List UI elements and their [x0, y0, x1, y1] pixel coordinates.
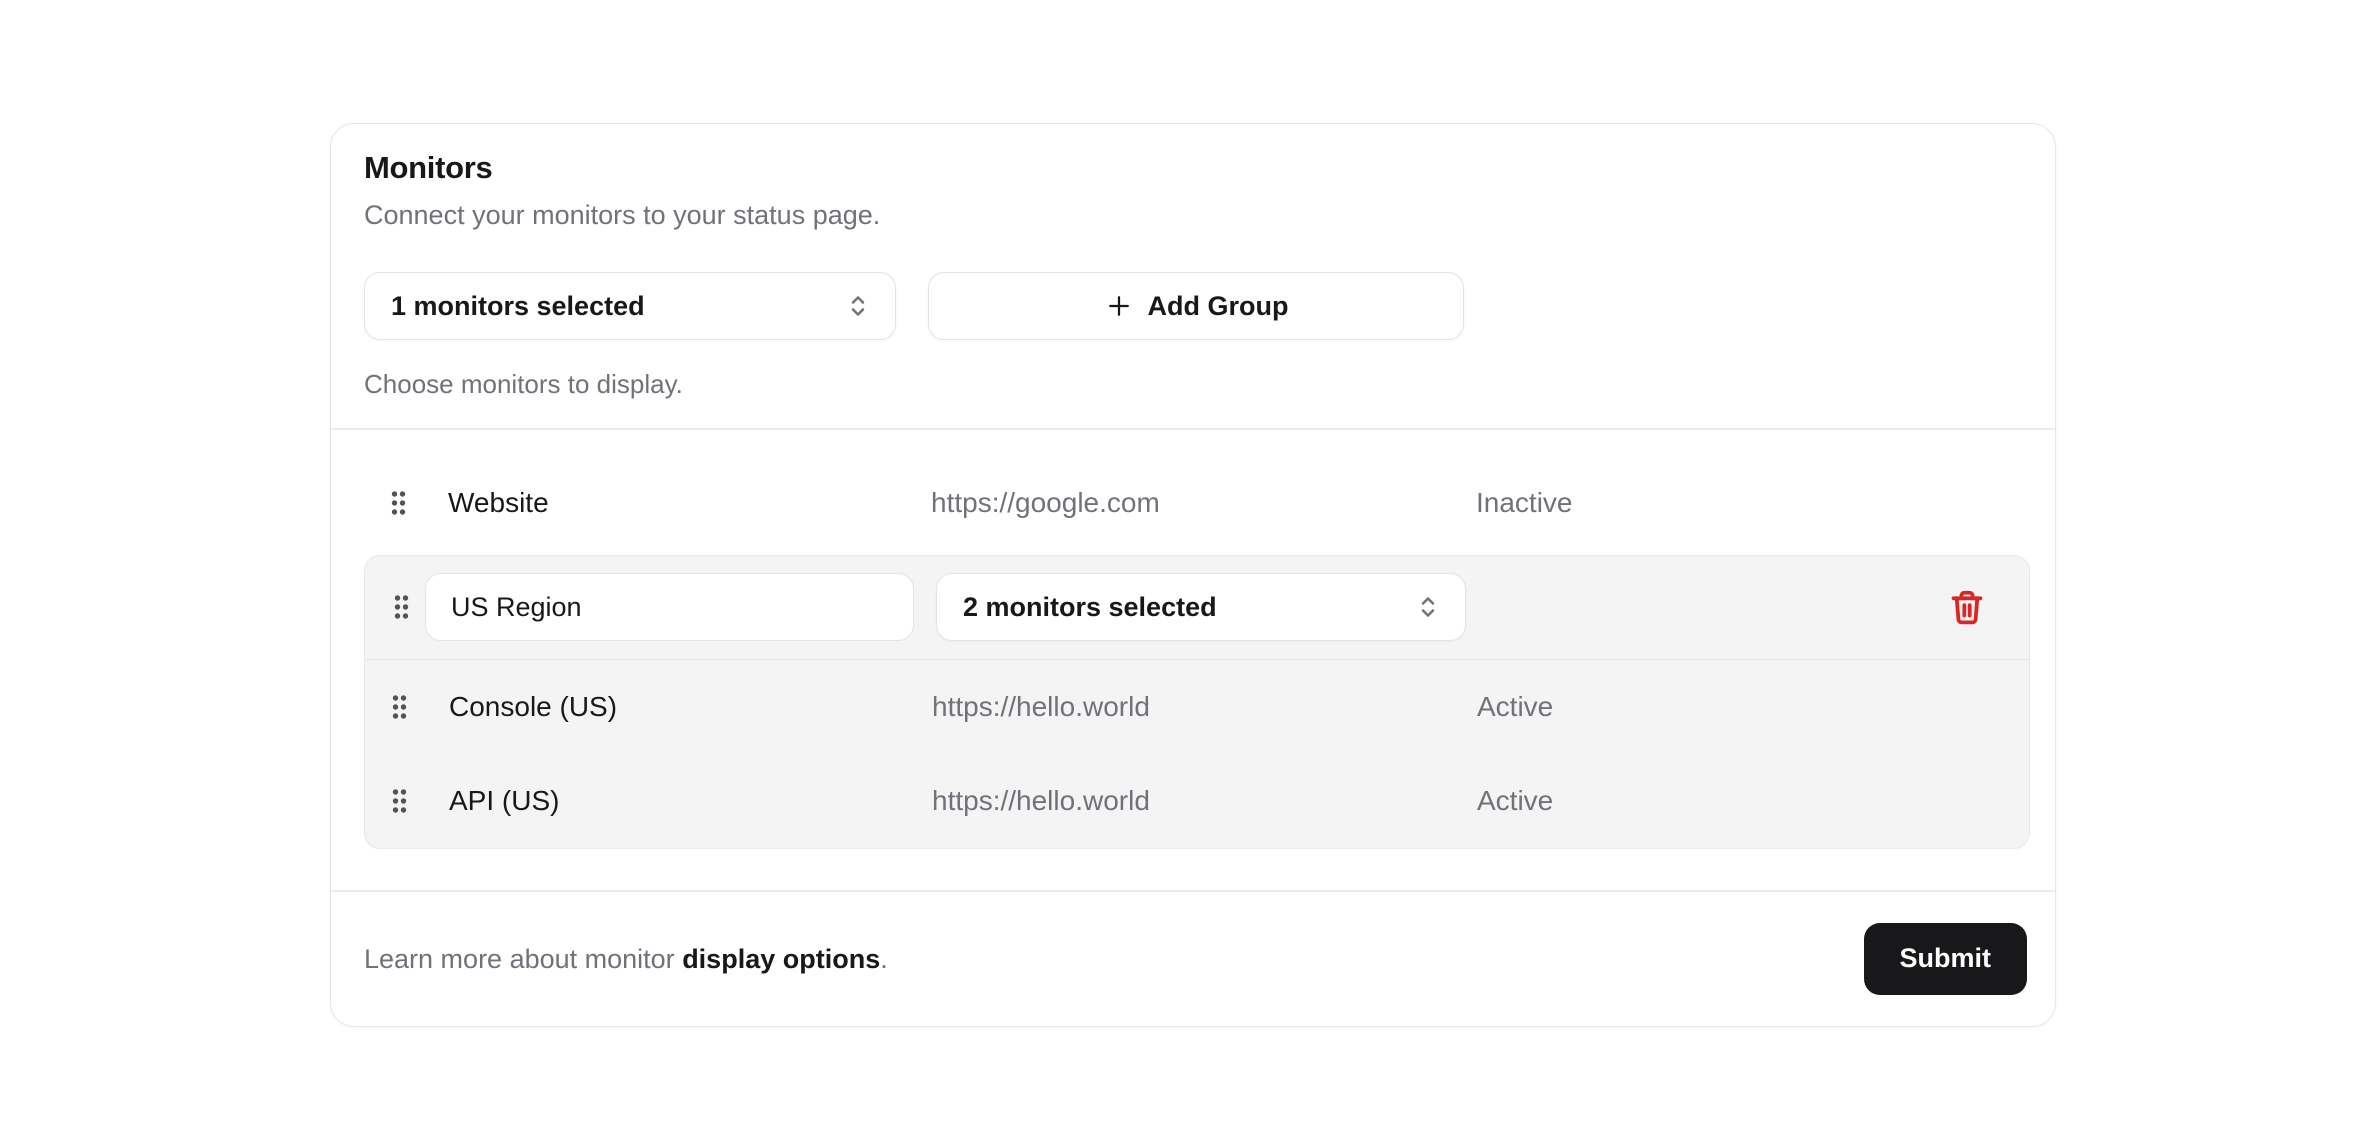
learn-more-suffix: . [880, 944, 888, 974]
trash-icon [1948, 587, 1986, 627]
monitors-card: Monitors Connect your monitors to your s… [330, 123, 2056, 1027]
monitor-list: Website https://google.com Inactive 2 mo… [331, 430, 2055, 891]
card-subtitle: Connect your monitors to your status pag… [364, 198, 2027, 232]
monitor-group: 2 monitors selected [364, 555, 2030, 850]
monitor-status: Active [1477, 690, 2029, 724]
card-header: Monitors Connect your monitors to your s… [331, 124, 2055, 428]
chevron-up-down-icon [843, 291, 873, 321]
group-monitors-select-value: 2 monitors selected [963, 592, 1217, 623]
monitor-status: Inactive [1476, 486, 2030, 520]
monitor-row-website: Website https://google.com Inactive [364, 456, 2030, 550]
card-footer: Learn more about monitor display options… [331, 892, 2055, 1026]
drag-handle-icon[interactable] [390, 786, 409, 816]
monitor-url: https://hello.world [932, 784, 1477, 818]
monitor-name: Console (US) [449, 690, 932, 724]
monitor-status: Active [1477, 784, 2029, 818]
add-group-button[interactable]: Add Group [928, 272, 1464, 340]
group-monitor-row: Console (US) https://hello.world Active [365, 660, 2029, 754]
monitor-name: Website [448, 486, 931, 520]
handle-cell [364, 488, 448, 518]
plus-icon [1104, 291, 1134, 321]
monitor-url: https://hello.world [932, 690, 1477, 724]
handle-cell [365, 692, 449, 722]
monitor-name: API (US) [449, 784, 932, 818]
add-group-label: Add Group [1148, 291, 1289, 322]
group-monitor-row: API (US) https://hello.world Active [365, 754, 2029, 848]
learn-more-text: Learn more about monitor display options… [364, 942, 888, 976]
group-name-input[interactable] [425, 573, 914, 641]
monitors-select-value: 1 monitors selected [391, 291, 645, 322]
delete-group-button[interactable] [1945, 585, 1989, 629]
drag-handle-icon[interactable] [390, 692, 409, 722]
drag-handle-icon[interactable] [389, 488, 408, 518]
page-title: Monitors [364, 148, 2027, 188]
display-options-link[interactable]: display options [682, 944, 880, 974]
controls-row: 1 monitors selected Add Group [364, 272, 2027, 340]
helper-text: Choose monitors to display. [364, 368, 2027, 400]
group-header-row: 2 monitors selected [365, 556, 2029, 659]
chevron-up-down-icon [1413, 592, 1443, 622]
group-monitors-select[interactable]: 2 monitors selected [936, 573, 1466, 641]
monitors-select[interactable]: 1 monitors selected [364, 272, 896, 340]
submit-button[interactable]: Submit [1864, 923, 2028, 995]
monitor-url: https://google.com [931, 486, 1476, 520]
learn-more-prefix: Learn more about monitor [364, 944, 682, 974]
handle-cell [365, 786, 449, 816]
drag-handle-icon[interactable] [392, 592, 411, 622]
